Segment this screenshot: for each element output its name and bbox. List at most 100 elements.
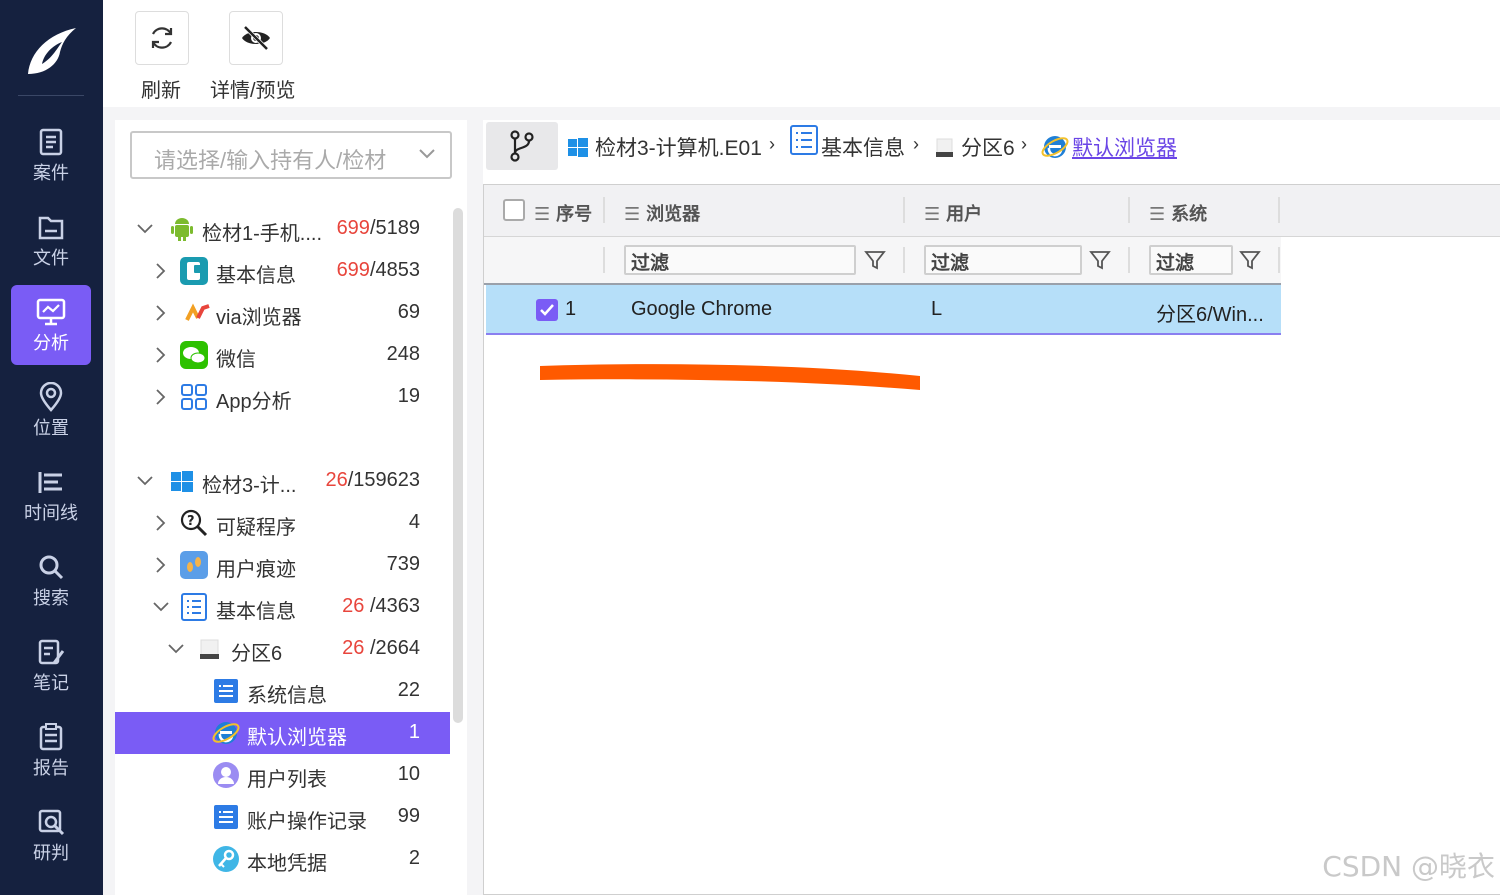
column-divider [903,247,905,273]
chevron-right-icon[interactable] [151,513,171,533]
detail-preview-label: 详情/预览 [210,80,296,102]
tree-count: 10 [397,763,420,785]
row-checkbox[interactable] [536,299,558,321]
column-header-user[interactable]: ☰ 用户 [924,200,982,226]
column-header-index[interactable]: ☰ 序号 [534,200,592,226]
nav-label: 笔记 [33,673,69,693]
footprints-icon [180,551,208,579]
tree-label: 基本信息 [216,601,296,623]
tree-node-wechat[interactable]: 微信 248 [115,334,450,376]
evidence-tree-panel: 请选择/输入持有人/检材 检材1-手机.... 699/5189 基本信息 69… [115,120,467,895]
nav-item-search[interactable]: 搜索 [11,540,91,620]
tree-count: 739 [386,553,420,575]
nav-item-report[interactable]: 报告 [11,710,91,790]
column-divider [1128,247,1130,273]
refresh-icon [151,27,173,49]
chevron-down-icon[interactable] [135,471,155,491]
holder-evidence-select[interactable]: 请选择/输入持有人/检材 [130,131,452,179]
nav-divider [18,95,84,96]
phone-info-icon [180,257,208,285]
tree-node-user-traces[interactable]: 用户痕迹 739 [115,544,450,586]
filter-input-browser[interactable]: 过滤 [624,245,856,275]
column-menu-icon[interactable]: ☰ [624,204,640,225]
tree-node-app-analysis[interactable]: App分析 19 [115,376,450,418]
tree-label: 基本信息 [216,265,296,287]
toolbar: 刷新 详情/预览 [103,0,1500,107]
tree-label: 默认浏览器 [247,727,347,749]
search-icon [39,555,64,580]
drive-icon [200,639,219,659]
column-divider[interactable] [903,197,905,223]
select-all-checkbox[interactable] [503,199,525,221]
chevron-right-icon[interactable] [151,555,171,575]
table-row[interactable]: 1 Google Chrome L 分区6/Win... [486,285,1281,335]
tree-node-partition6[interactable]: 分区6 26 /2664 [115,628,450,670]
nav-label: 报告 [33,758,69,778]
tree-node-system-info[interactable]: 系统信息 22 [115,670,450,712]
report-clipboard-icon [39,723,63,751]
chevron-right-icon[interactable] [151,303,171,323]
tree-node-account-ops[interactable]: 账户操作记录 99 [115,796,450,838]
chevron-right-icon[interactable] [151,261,171,281]
tree-count: 99 [397,805,420,827]
tree-label: via浏览器 [216,307,302,329]
nav-label: 分析 [33,333,69,353]
nav-item-judge[interactable]: 研判 [11,795,91,875]
tree-node-basic-info-pc[interactable]: 基本信息 26 /4363 [115,586,450,628]
column-header-browser[interactable]: ☰ 浏览器 [624,200,700,226]
location-pin-icon [39,382,63,412]
filter-input-system[interactable]: 过滤 [1149,245,1233,275]
filter-input-user[interactable]: 过滤 [924,245,1082,275]
tree-node-via-browser[interactable]: via浏览器 69 [115,292,450,334]
filter-row: 过滤 过滤 过滤 [484,237,1281,285]
tree-node-evidence3[interactable]: 检材3-计... 26/159623 [115,460,450,502]
tree-label: 可疑程序 [216,517,296,539]
tree-scrollbar[interactable] [453,208,463,723]
nav-item-case[interactable]: 案件 [11,115,91,195]
chevron-down-icon[interactable] [151,597,171,617]
column-menu-icon[interactable]: ☰ [924,204,940,225]
column-divider[interactable] [1278,197,1280,223]
android-icon [171,218,193,241]
tree-node-local-credentials[interactable]: 本地凭据 2 [115,838,450,880]
nav-item-timeline[interactable]: 时间线 [11,455,91,535]
tree-node-basic-info[interactable]: 基本信息 699/4853 [115,250,450,292]
breadcrumb-separator: › [769,134,775,154]
breadcrumb-item[interactable]: 基本信息 [821,132,905,162]
column-header-system[interactable]: ☰ 系统 [1149,200,1207,226]
filter-funnel-icon[interactable] [1089,249,1111,271]
column-divider[interactable] [603,197,605,223]
grid-header: ☰ 序号 ☰ 浏览器 ☰ 用户 ☰ 系统 [484,185,1500,237]
tree-toggle-button[interactable] [486,122,558,170]
nav-item-file[interactable]: 文件 [11,200,91,280]
breadcrumb-current[interactable]: 默认浏览器 [1072,132,1177,162]
tree-count: 248 [386,343,420,365]
refresh-button[interactable] [135,11,189,65]
chevron-right-icon[interactable] [151,387,171,407]
column-menu-icon[interactable]: ☰ [534,204,550,225]
tree-node-evidence1[interactable]: 检材1-手机.... 699/5189 [115,208,450,250]
tree-node-suspicious-programs[interactable]: ? 可疑程序 4 [115,502,450,544]
tree-node-default-browser[interactable]: 默认浏览器 1 [115,712,450,754]
filter-funnel-icon[interactable] [864,249,886,271]
tree-count: 2 [408,847,420,869]
tree-label: 用户痕迹 [216,559,296,581]
list-doc-icon [181,593,207,621]
tree-label: 本地凭据 [247,853,327,875]
tree-count: 1 [408,721,420,743]
breadcrumb-item[interactable]: 检材3-计算机.E01 [595,132,762,162]
app-grid-icon [181,384,207,410]
breadcrumb-separator: › [913,134,919,154]
nav-item-location[interactable]: 位置 [11,370,91,450]
chevron-right-icon[interactable] [151,345,171,365]
nav-item-notes[interactable]: 笔记 [11,625,91,705]
tree-node-user-list[interactable]: 用户列表 10 [115,754,450,796]
chevron-down-icon[interactable] [166,639,186,659]
column-divider[interactable] [1128,197,1130,223]
detail-preview-button[interactable] [229,11,283,65]
filter-funnel-icon[interactable] [1239,249,1261,271]
breadcrumb-item[interactable]: 分区6 [961,132,1015,162]
chevron-down-icon[interactable] [135,219,155,239]
column-menu-icon[interactable]: ☰ [1149,204,1165,225]
nav-item-analysis[interactable]: 分析 [11,285,91,365]
